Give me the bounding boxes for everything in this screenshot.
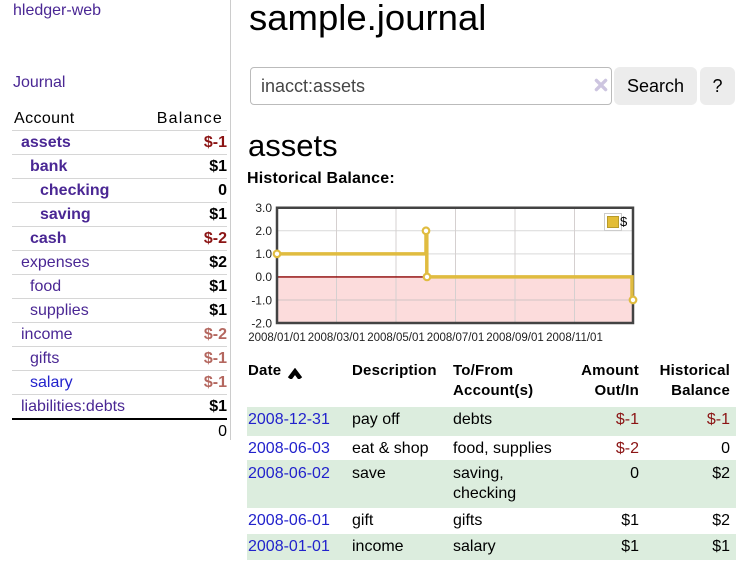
svg-text:-2.0: -2.0: [251, 316, 272, 330]
svg-text:1.0: 1.0: [255, 247, 272, 261]
svg-text:-1.0: -1.0: [251, 293, 272, 307]
svg-text:$: $: [620, 214, 628, 229]
svg-text:3.0: 3.0: [255, 201, 272, 215]
svg-text:2008/05/01: 2008/05/01: [367, 332, 425, 344]
svg-text:0.0: 0.0: [255, 270, 272, 284]
svg-text:2008/11/01: 2008/11/01: [546, 332, 603, 344]
svg-text:2008/01/01: 2008/01/01: [248, 332, 306, 344]
svg-text:2008/03/01: 2008/03/01: [308, 332, 366, 344]
svg-text:2.0: 2.0: [255, 224, 272, 238]
svg-text:2008/09/01: 2008/09/01: [486, 332, 544, 344]
svg-text:2008/07/01: 2008/07/01: [427, 332, 485, 344]
